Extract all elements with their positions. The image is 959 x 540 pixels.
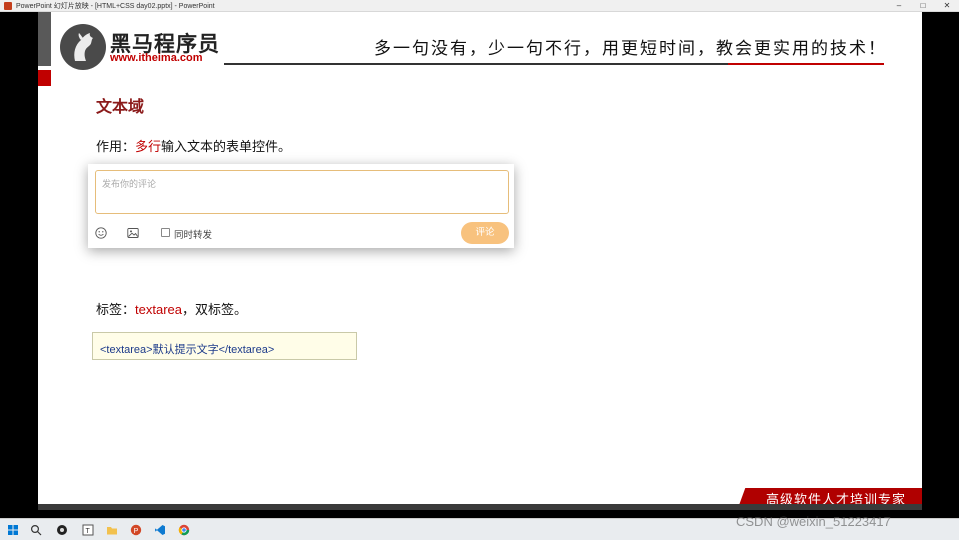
close-button[interactable]: ✕ [935, 0, 959, 12]
horse-logo-icon [60, 24, 106, 70]
repost-label: 同时转发 [174, 230, 213, 241]
slide-bottom-bar [38, 504, 922, 510]
file-explorer-icon[interactable] [106, 524, 118, 536]
decor-bar-gray [38, 12, 51, 66]
comment-widget: 同时转发 评论 [88, 164, 514, 248]
window-title: PowerPoint 幻灯片放映 - [HTML+CSS day02.pptx]… [16, 3, 215, 10]
tag-text: 标签：textarea，双标签。 [96, 299, 247, 318]
csdn-watermark: CSDN @weixin_51223417 [736, 514, 891, 529]
smile-icon[interactable] [95, 227, 107, 239]
maximize-button[interactable]: □ [911, 0, 935, 12]
powerpoint-icon [4, 2, 12, 10]
slide-heading: 文本域 [96, 99, 145, 116]
tag-prefix: 标签： [96, 302, 136, 317]
purpose-text: 作用：多行输入文本的表单控件。 [96, 136, 291, 155]
minimize-button[interactable]: – [887, 0, 911, 12]
text-editor-icon[interactable]: T [82, 524, 94, 536]
task-view-icon[interactable] [56, 524, 68, 536]
code-sample-box: <textarea>默认提示文字</textarea> [92, 332, 357, 360]
purpose-suffix: 输入文本的表单控件。 [161, 139, 292, 154]
comment-textarea[interactable] [95, 170, 509, 214]
chrome-icon[interactable] [178, 524, 190, 536]
tag-accent: textarea [135, 302, 182, 317]
tag-suffix: ，双标签。 [182, 302, 248, 317]
powerpoint-app-icon[interactable]: P [130, 524, 142, 536]
purpose-prefix: 作用： [96, 139, 136, 154]
slogan: 多一句没有，少一句不行，用更短时间，教会更实用的技术！ [374, 39, 887, 59]
brand-url: www.itheima.com [110, 52, 203, 64]
comment-submit-button[interactable]: 评论 [461, 222, 509, 244]
svg-text:P: P [134, 528, 139, 535]
decor-bar-red [38, 70, 51, 86]
repost-checkbox[interactable] [161, 228, 170, 237]
search-icon[interactable] [30, 524, 42, 536]
window-titlebar: PowerPoint 幻灯片放映 - [HTML+CSS day02.pptx]… [0, 0, 959, 12]
windows-start-icon[interactable] [7, 524, 19, 536]
code-sample: <textarea>默认提示文字</textarea> [100, 344, 275, 356]
purpose-accent: 多行 [135, 139, 162, 154]
slide: 黑马程序员 www.itheima.com 多一句没有，少一句不行，用更短时间，… [38, 12, 922, 506]
header-divider-accent [728, 63, 884, 65]
vscode-icon[interactable] [154, 524, 166, 536]
image-icon[interactable] [127, 227, 139, 239]
svg-text:T: T [86, 528, 91, 535]
